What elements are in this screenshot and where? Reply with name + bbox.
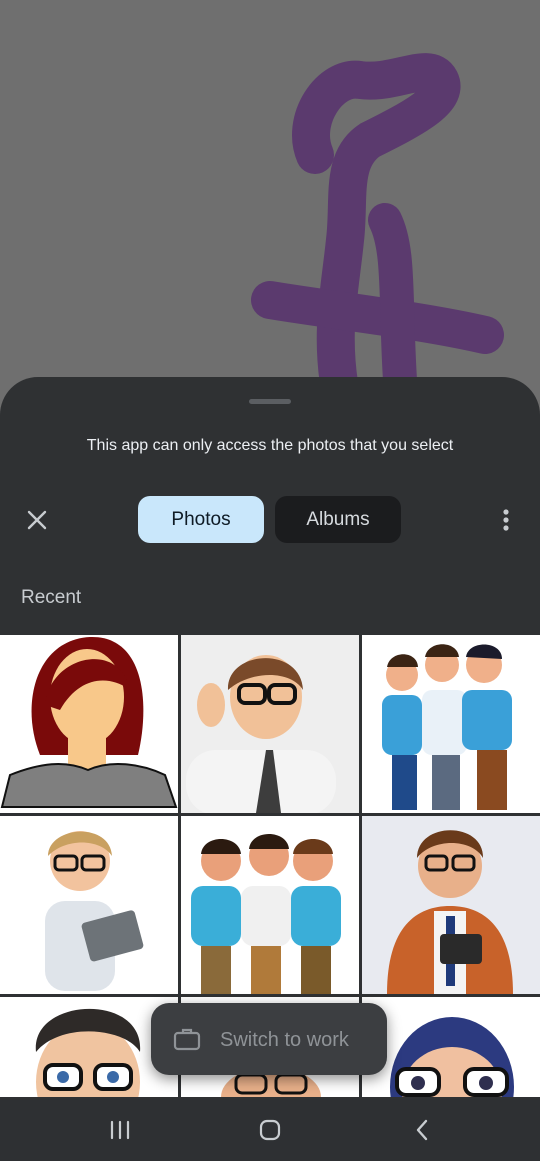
boy-with-tablet-image xyxy=(45,831,144,991)
faceless-woman-image xyxy=(0,636,178,808)
switch-to-work-label: Switch to work xyxy=(220,1029,349,1051)
drag-handle[interactable] xyxy=(249,399,291,404)
man-orange-jacket-image xyxy=(387,830,513,994)
photo-picker-sheet: This app can only access the photos that… xyxy=(0,377,540,1099)
drawing-scribble xyxy=(251,53,504,400)
photo-thumbnail[interactable] xyxy=(362,997,540,1097)
close-icon xyxy=(27,510,47,530)
briefcase-icon xyxy=(173,1028,201,1051)
selfie-boys-image xyxy=(191,834,341,994)
switch-to-work-button[interactable]: Switch to work xyxy=(151,1003,387,1075)
photo-thumbnail[interactable] xyxy=(0,635,178,813)
tab-albums-label: Albums xyxy=(306,508,370,530)
system-navigation-bar xyxy=(0,1099,540,1161)
access-notice: This app can only access the photos that… xyxy=(86,437,454,454)
more-options-button[interactable] xyxy=(492,503,520,537)
three-students-image xyxy=(382,644,512,810)
close-button[interactable] xyxy=(20,503,54,537)
recent-apps-button[interactable] xyxy=(100,1115,140,1145)
tab-photos[interactable]: Photos xyxy=(138,496,264,543)
blue-hair-boy-image xyxy=(390,1017,514,1097)
home-icon xyxy=(259,1119,281,1141)
back-button[interactable] xyxy=(402,1115,442,1145)
tab-albums[interactable]: Albums xyxy=(275,496,401,543)
back-icon xyxy=(416,1119,428,1141)
photo-thumbnail[interactable] xyxy=(181,635,359,813)
section-title-recent: Recent xyxy=(21,587,82,608)
home-button[interactable] xyxy=(250,1115,290,1145)
waving-man-image xyxy=(186,655,336,813)
recent-apps-icon xyxy=(110,1120,130,1140)
more-vertical-icon xyxy=(503,509,509,531)
photo-thumbnail[interactable] xyxy=(0,816,178,994)
photo-thumbnail[interactable] xyxy=(362,635,540,813)
photo-thumbnail[interactable] xyxy=(362,816,540,994)
tab-photos-label: Photos xyxy=(171,508,231,530)
photo-thumbnail[interactable] xyxy=(181,816,359,994)
